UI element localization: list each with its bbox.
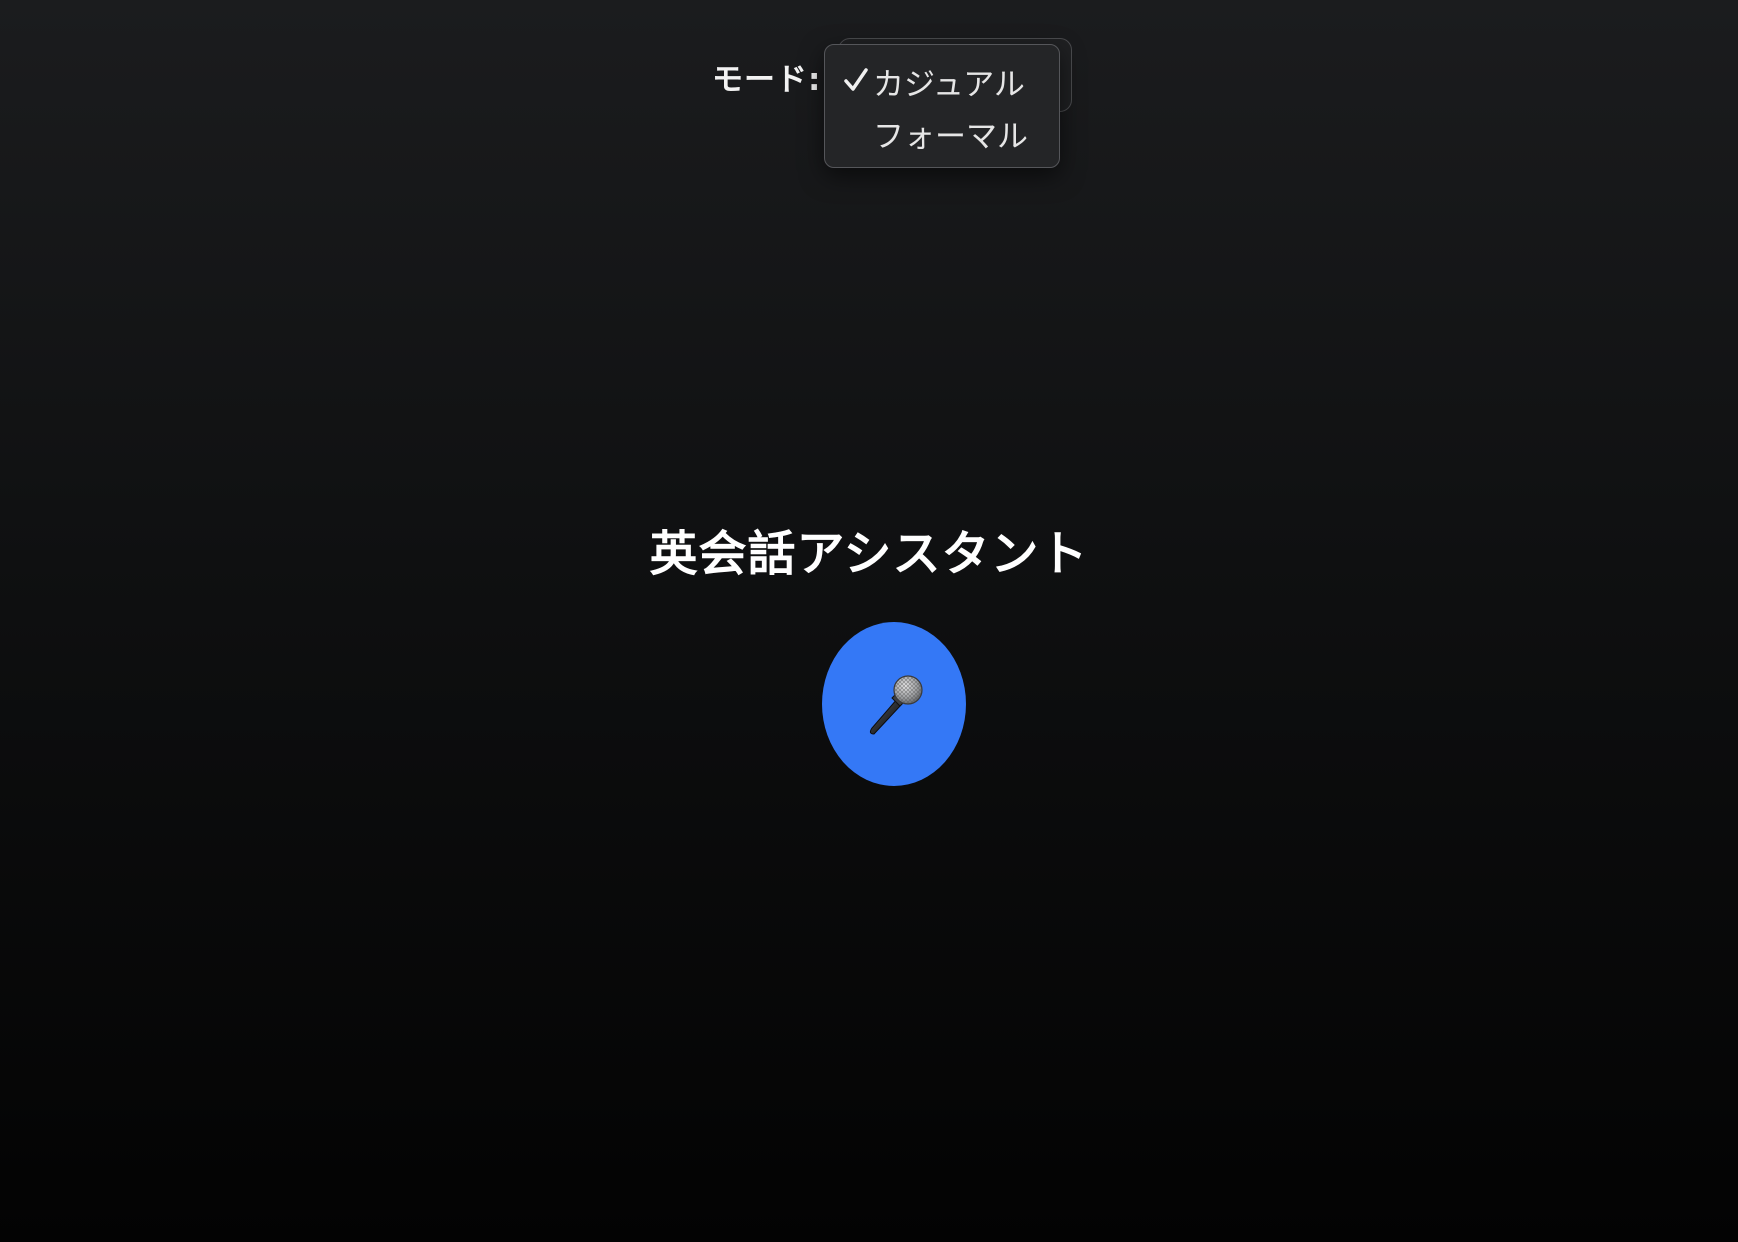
mode-option-casual[interactable]: カジュアル: [825, 55, 1059, 107]
page-title: 英会話アシスタント: [649, 526, 1089, 582]
mode-selector: モード:: [712, 54, 821, 98]
mode-option-label: カジュアル: [873, 66, 1025, 103]
mode-option-label: フォーマル: [873, 118, 1028, 155]
mode-option-formal[interactable]: フォーマル: [825, 107, 1059, 159]
mic-button[interactable]: [822, 622, 966, 786]
checkmark-icon: [844, 68, 868, 91]
mode-label: モード:: [712, 61, 822, 98]
microphone-icon: [869, 675, 923, 735]
mode-dropdown-menu: カジュアル フォーマル: [824, 44, 1060, 168]
